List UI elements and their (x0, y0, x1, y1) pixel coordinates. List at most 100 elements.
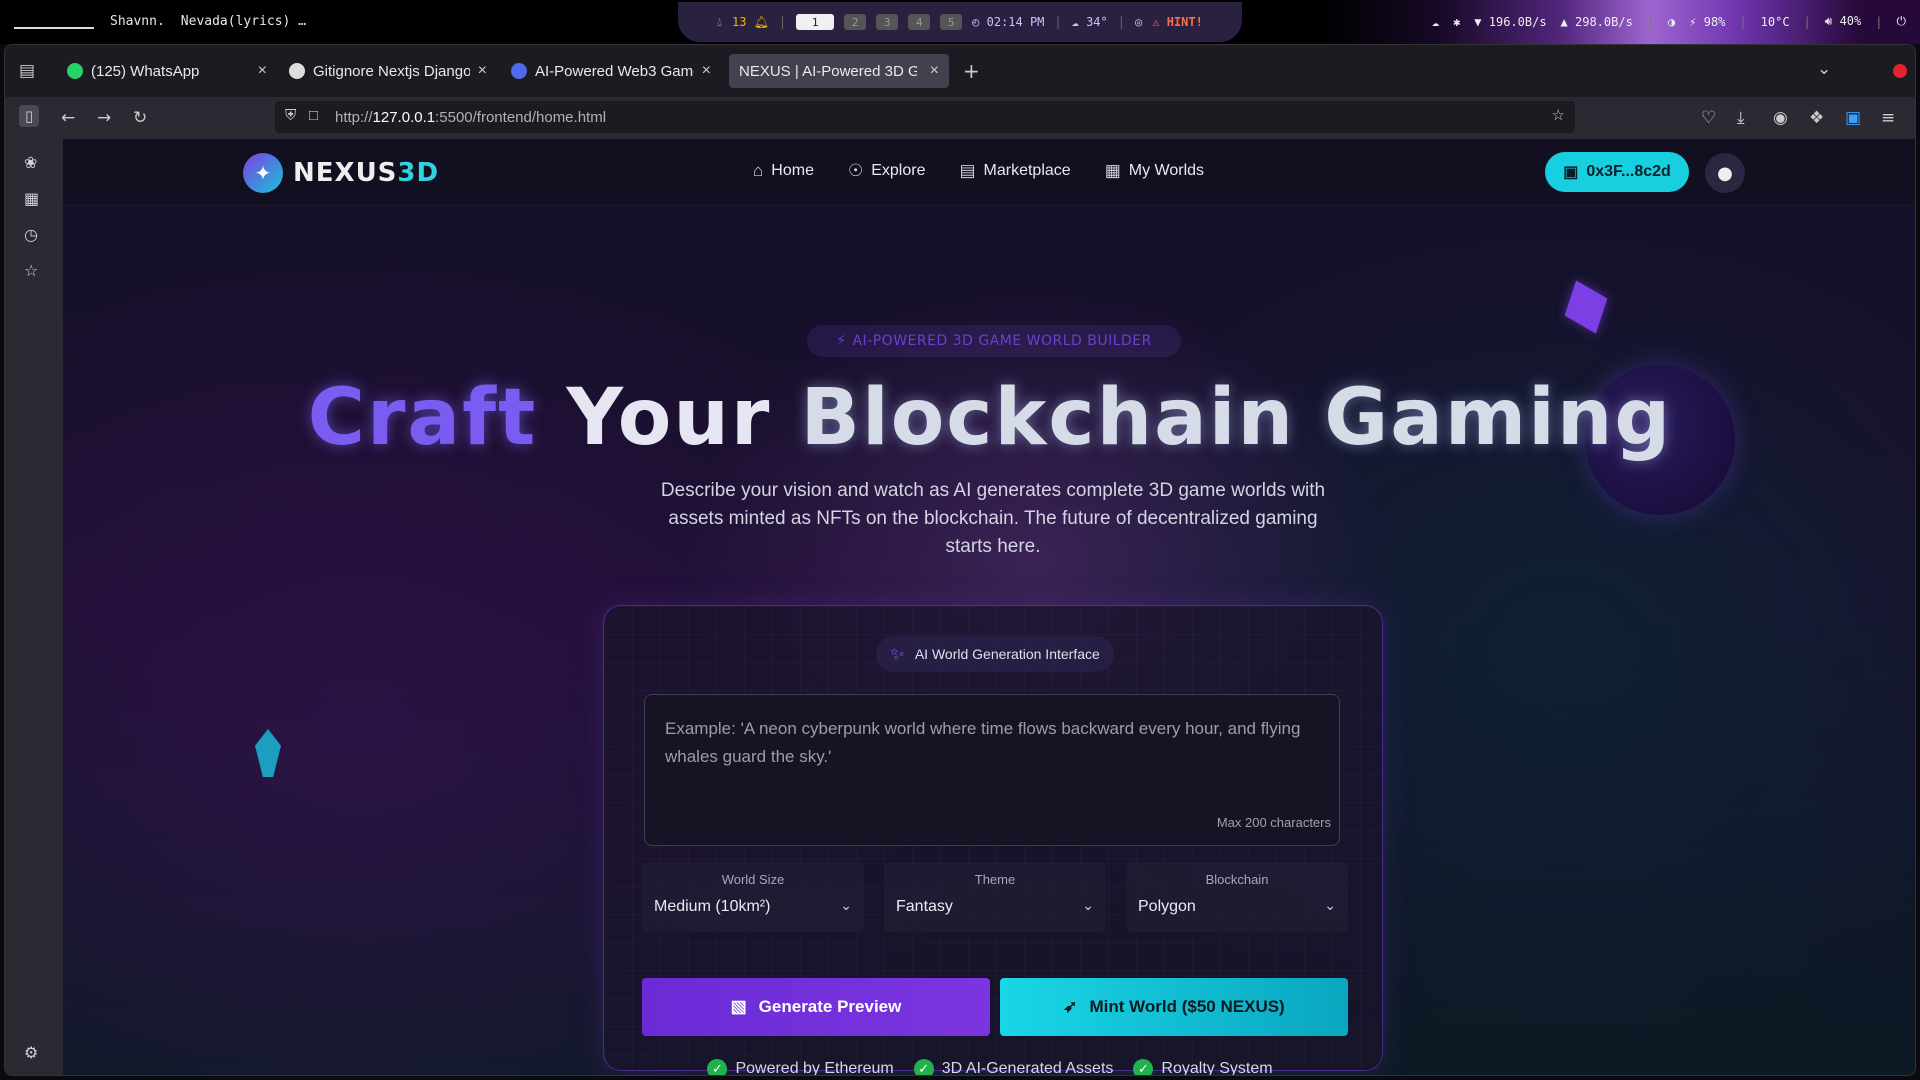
power-icon[interactable]: ⏻ (1897, 14, 1907, 29)
reload-icon[interactable]: ↻ (133, 108, 147, 128)
volume[interactable]: 🔊︎ 40% (1825, 14, 1861, 29)
download-icon[interactable]: ⤓ (1737, 108, 1745, 128)
select-label: Blockchain (1205, 872, 1269, 887)
home-icon: ⌂ (753, 161, 764, 180)
chevron-down-icon: ⌄ (840, 898, 852, 914)
back-icon[interactable]: ← (61, 108, 75, 128)
workspace-3[interactable]: 3 (876, 14, 899, 30)
site-logo[interactable]: ✦ NEXUS3D (243, 153, 439, 193)
temperature: 10°C (1760, 14, 1790, 29)
pill-text: AI-POWERED 3D GAME WORLD BUILDER (852, 333, 1152, 349)
close-icon[interactable]: × (702, 62, 711, 80)
card-tag: ✨︎ AI World Generation Interface (876, 636, 1114, 672)
blockchain-select[interactable]: Blockchain Polygon ⌄ (1126, 862, 1348, 932)
generate-preview-button[interactable]: ▧ Generate Preview (642, 978, 990, 1036)
nav-explore[interactable]: ☉ Explore (848, 161, 926, 181)
headline-word-1: Craft (307, 373, 538, 463)
forward-icon[interactable]: → (97, 108, 111, 128)
tab-ai-web3[interactable]: AI-Powered Web3 Game × (501, 54, 721, 88)
url-path: :5500/frontend/home.html (435, 108, 607, 126)
sidebar-toggle-icon[interactable]: ▯ (19, 105, 40, 127)
contrast-icon[interactable]: ◑ (1668, 15, 1675, 29)
page-icon: □ (309, 107, 319, 124)
workspace-2[interactable]: 2 (844, 14, 867, 30)
hint-badge[interactable]: ⚠ HINT! (1152, 15, 1203, 29)
close-icon[interactable]: × (478, 62, 487, 80)
whatsapp-icon (67, 63, 83, 79)
rocket-icon: ➶ (1063, 997, 1078, 1016)
hero-headline: Craft Your Blockchain Gaming (63, 373, 1915, 463)
close-icon[interactable]: × (258, 62, 267, 80)
extension-badge-icon[interactable]: ▣ (1845, 108, 1861, 128)
workspace-indicator (14, 15, 94, 29)
select-value: Medium (10km²) (654, 898, 771, 915)
net-up: ▲ 298.0B/s (1560, 14, 1633, 29)
nav-label: Explore (871, 162, 926, 179)
check-circle-icon: ✓ (913, 1059, 934, 1075)
feature-label: Powered by Ethereum (735, 1060, 894, 1076)
history-icon[interactable]: ◷ (24, 225, 38, 244)
chevron-down-icon: ⌄ (1082, 898, 1094, 914)
tab-label: NEXUS | AI-Powered 3D Ga (739, 62, 917, 80)
account-icon[interactable]: ◉ (1773, 108, 1788, 128)
record-indicator[interactable] (1893, 64, 1907, 78)
store-icon: ▤ (959, 161, 976, 180)
workspace-1[interactable]: 1 (796, 14, 835, 30)
menu-icon[interactable]: ≡ (1881, 108, 1895, 128)
tab-whatsapp[interactable]: (125) WhatsApp × (57, 54, 277, 88)
bolt-icon: ⚡︎ (836, 333, 847, 349)
now-playing[interactable]: Nevada(lyrics) … (181, 14, 306, 29)
pocket-icon[interactable]: ♡ (1701, 108, 1716, 128)
nav-home[interactable]: ⌂ Home (753, 161, 814, 181)
max-chars-hint: Max 200 characters (1216, 815, 1331, 830)
tab-gitignore[interactable]: Gitignore Nextjs Django × (279, 54, 497, 88)
extensions-icon[interactable]: ❖ (1809, 108, 1824, 128)
nav-label: Marketplace (983, 162, 1071, 179)
check-circle-icon: ✓ (707, 1059, 728, 1075)
floating-diamond (1564, 280, 1608, 334)
net-down: ▼ 196.0B/s (1474, 14, 1547, 29)
ai-chat-icon[interactable]: ❀ (24, 153, 37, 172)
world-prompt-textarea[interactable]: Example: 'A neon cyberpunk world where t… (644, 694, 1340, 846)
card-tag-label: AI World Generation Interface (914, 646, 1100, 662)
layout-icon: ▧ (730, 997, 747, 1016)
chevron-down-icon: ⌄ (1324, 898, 1336, 914)
feature-label: 3D AI-Generated Assets (941, 1060, 1114, 1076)
notification-count[interactable]: 13 🔔︎ (732, 15, 769, 29)
bookmark-star-icon[interactable]: ☆ (1552, 106, 1565, 124)
theme-select[interactable]: Theme Fantasy ⌄ (884, 862, 1106, 932)
hero-pill: ⚡︎ AI-POWERED 3D GAME WORLD BUILDER (807, 325, 1181, 357)
select-value: Fantasy (896, 898, 953, 915)
eye-off-icon[interactable]: ◎ (1135, 15, 1142, 29)
workspace-5[interactable]: 5 (940, 14, 963, 30)
synced-tabs-icon[interactable]: ▦ (24, 189, 39, 208)
drop-icon: 💧︎ (717, 14, 722, 29)
tab-overview-icon[interactable]: ▤ (19, 61, 35, 81)
prompt-placeholder: Example: 'A neon cyberpunk world where t… (665, 719, 1301, 766)
tab-nexus[interactable]: NEXUS | AI-Powered 3D Ga × (729, 54, 949, 88)
shield-icon[interactable]: ⛨ (285, 107, 296, 124)
status-center: 💧︎ 13 🔔︎ | 1 2 3 4 5 ◴ 02:14 PM | ☁ 34° … (678, 2, 1242, 42)
workspace-4[interactable]: 4 (908, 14, 931, 30)
new-tab-button[interactable]: + (963, 59, 980, 83)
nav-my-worlds[interactable]: ▦ My Worlds (1105, 161, 1204, 181)
url-prefix: http:// (335, 108, 373, 126)
settings-gear-icon[interactable]: ⚙ (24, 1043, 38, 1062)
clock: ◴ 02:14 PM (972, 15, 1045, 29)
url-bar[interactable]: ⛨ □ http://127.0.0.1:5500/frontend/home.… (275, 101, 1575, 133)
nav-marketplace[interactable]: ▤ Marketplace (959, 161, 1070, 181)
nav-label: Home (771, 162, 814, 179)
battery: ⚡ 98% (1689, 14, 1726, 29)
mint-world-button[interactable]: ➶ Mint World ($50 NEXUS) (1000, 978, 1348, 1036)
world-size-select[interactable]: World Size Medium (10km²) ⌄ (642, 862, 864, 932)
hero-subtitle: Describe your vision and watch as AI gen… (660, 480, 1326, 557)
button-label: Generate Preview (758, 997, 902, 1016)
profile-button[interactable]: ● (1705, 153, 1745, 193)
tray-icon[interactable]: ☁ (1432, 15, 1439, 29)
tab-list-icon[interactable]: ⌄ (1817, 59, 1831, 79)
wallet-button[interactable]: ▣ 0x3F...8c2d (1545, 152, 1689, 192)
bluetooth-icon[interactable]: ✱ (1453, 15, 1460, 29)
feature-list: ✓ Powered by Ethereum ✓ 3D AI-Generated As… (63, 1059, 1915, 1076)
close-icon[interactable]: × (930, 62, 939, 80)
bookmarks-icon[interactable]: ☆ (24, 261, 38, 280)
